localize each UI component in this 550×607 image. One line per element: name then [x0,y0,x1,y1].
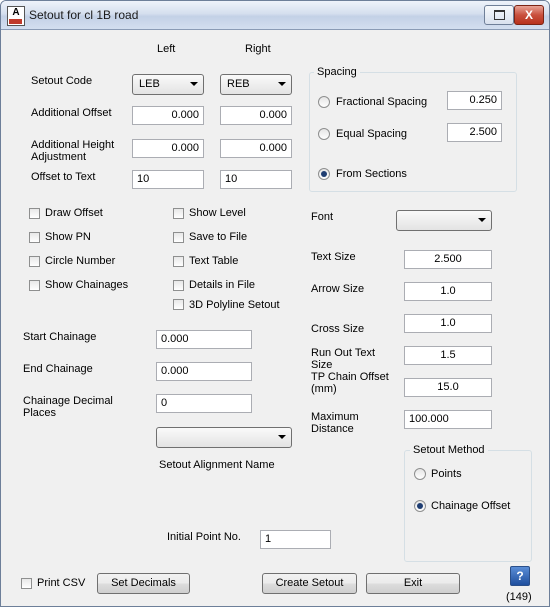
chainage-decimal-label-1: Chainage Decimal [23,395,113,407]
text-size-input[interactable]: 2.500 [404,250,492,269]
show-chainages-checkbox[interactable] [29,280,40,291]
setout-code-left-select[interactable]: LEB [132,74,204,95]
tp-chain-label-1: TP Chain Offset [311,371,389,383]
right-column-header: Right [245,43,271,55]
end-chainage-label: End Chainage [23,363,93,375]
additional-offset-right-input[interactable]: 0.000 [220,106,292,125]
cross-size-input[interactable]: 1.0 [404,314,492,333]
cross-size-label: Cross Size [311,323,365,335]
help-icon[interactable]: ? [510,566,530,586]
details-in-file-label: Details in File [189,279,256,291]
show-pn-label: Show PN [45,231,91,243]
points-label: Points [431,468,462,480]
setout-code-right-value: REB [227,78,250,90]
offset-to-text-left-input[interactable]: 10 [132,170,204,189]
additional-height-label-2: Adjustment [31,151,87,163]
chainage-decimal-input[interactable]: 0 [156,394,252,413]
circle-number-checkbox[interactable] [29,256,40,267]
circle-number-label: Circle Number [45,255,116,267]
alignment-select[interactable] [156,427,292,448]
create-setout-button[interactable]: Create Setout [262,573,357,594]
print-csv-label: Print CSV [37,577,86,589]
chevron-down-icon [478,218,486,222]
details-in-file-checkbox[interactable] [173,280,184,291]
3d-polyline-setout-label: 3D Polyline Setout [189,299,280,311]
alignment-label: Setout Alignment Name [159,459,275,471]
print-csv-checkbox[interactable] [21,578,32,589]
start-chainage-label: Start Chainage [23,331,97,343]
arrow-size-label: Arrow Size [311,283,365,295]
equal-spacing-radio[interactable] [318,128,330,140]
show-level-checkbox[interactable] [173,208,184,219]
tp-chain-input[interactable]: 15.0 [404,378,492,397]
setout-method-title: Setout Method [410,444,488,456]
spacing-group-title: Spacing [314,66,360,78]
app-icon: A [7,6,25,26]
save-to-file-checkbox[interactable] [173,232,184,243]
window-title: Setout for cl 1B road [29,8,139,22]
arrow-size-input[interactable]: 1.0 [404,282,492,301]
font-label: Font [311,211,334,223]
set-decimals-button[interactable]: Set Decimals [97,573,190,594]
font-select[interactable] [396,210,492,231]
setout-code-right-select[interactable]: REB [220,74,292,95]
run-out-input[interactable]: 1.5 [404,346,492,365]
equal-spacing-label: Equal Spacing [336,128,407,140]
fractional-spacing-input[interactable]: 0.250 [447,91,502,110]
text-size-label: Text Size [311,251,356,263]
max-distance-label-2: Distance [311,423,354,435]
left-column-header: Left [157,43,176,55]
additional-offset-left-input[interactable]: 0.000 [132,106,204,125]
show-pn-checkbox[interactable] [29,232,40,243]
draw-offset-label: Draw Offset [45,207,103,219]
fractional-spacing-radio[interactable] [318,96,330,108]
record-count: (149) [506,591,532,603]
from-sections-radio[interactable] [318,168,330,180]
run-out-label-2: Size [311,359,333,371]
restore-button[interactable] [484,5,514,25]
chainage-offset-label: Chainage Offset [431,500,511,512]
initial-point-input[interactable]: 1 [260,530,331,549]
chevron-down-icon [278,82,286,86]
3d-polyline-setout-checkbox[interactable] [173,299,184,310]
max-distance-input[interactable]: 100.000 [404,410,492,429]
show-level-label: Show Level [189,207,246,219]
additional-height-right-input[interactable]: 0.000 [220,139,292,158]
from-sections-label: From Sections [336,168,407,180]
chainage-offset-radio[interactable] [414,500,426,512]
show-chainages-label: Show Chainages [45,279,129,291]
equal-spacing-input[interactable]: 2.500 [447,123,502,142]
restore-icon [494,10,505,20]
text-table-label: Text Table [189,255,239,267]
close-button[interactable]: X [514,5,544,25]
draw-offset-checkbox[interactable] [29,208,40,219]
offset-to-text-label: Offset to Text [31,171,96,183]
setout-dialog: A Setout for cl 1B road X Left Right Set… [0,0,550,607]
start-chainage-input[interactable]: 0.000 [156,330,252,349]
fractional-spacing-label: Fractional Spacing [336,96,428,108]
chevron-down-icon [190,82,198,86]
exit-button[interactable]: Exit [366,573,460,594]
title-bar[interactable]: A Setout for cl 1B road X [1,1,549,30]
run-out-label-1: Run Out Text [311,347,375,359]
setout-code-left-value: LEB [139,78,160,90]
setout-code-label: Setout Code [31,75,93,87]
additional-height-label-1: Additional Height [31,139,115,151]
text-table-checkbox[interactable] [173,256,184,267]
chainage-decimal-label-2: Places [23,407,57,419]
tp-chain-label-2: (mm) [311,383,337,395]
initial-point-label: Initial Point No. [167,531,241,543]
save-to-file-label: Save to File [189,231,248,243]
end-chainage-input[interactable]: 0.000 [156,362,252,381]
max-distance-label-1: Maximum [311,411,359,423]
chevron-down-icon [278,435,286,439]
additional-offset-label: Additional Offset [31,107,112,119]
additional-height-left-input[interactable]: 0.000 [132,139,204,158]
offset-to-text-right-input[interactable]: 10 [220,170,292,189]
points-radio[interactable] [414,468,426,480]
